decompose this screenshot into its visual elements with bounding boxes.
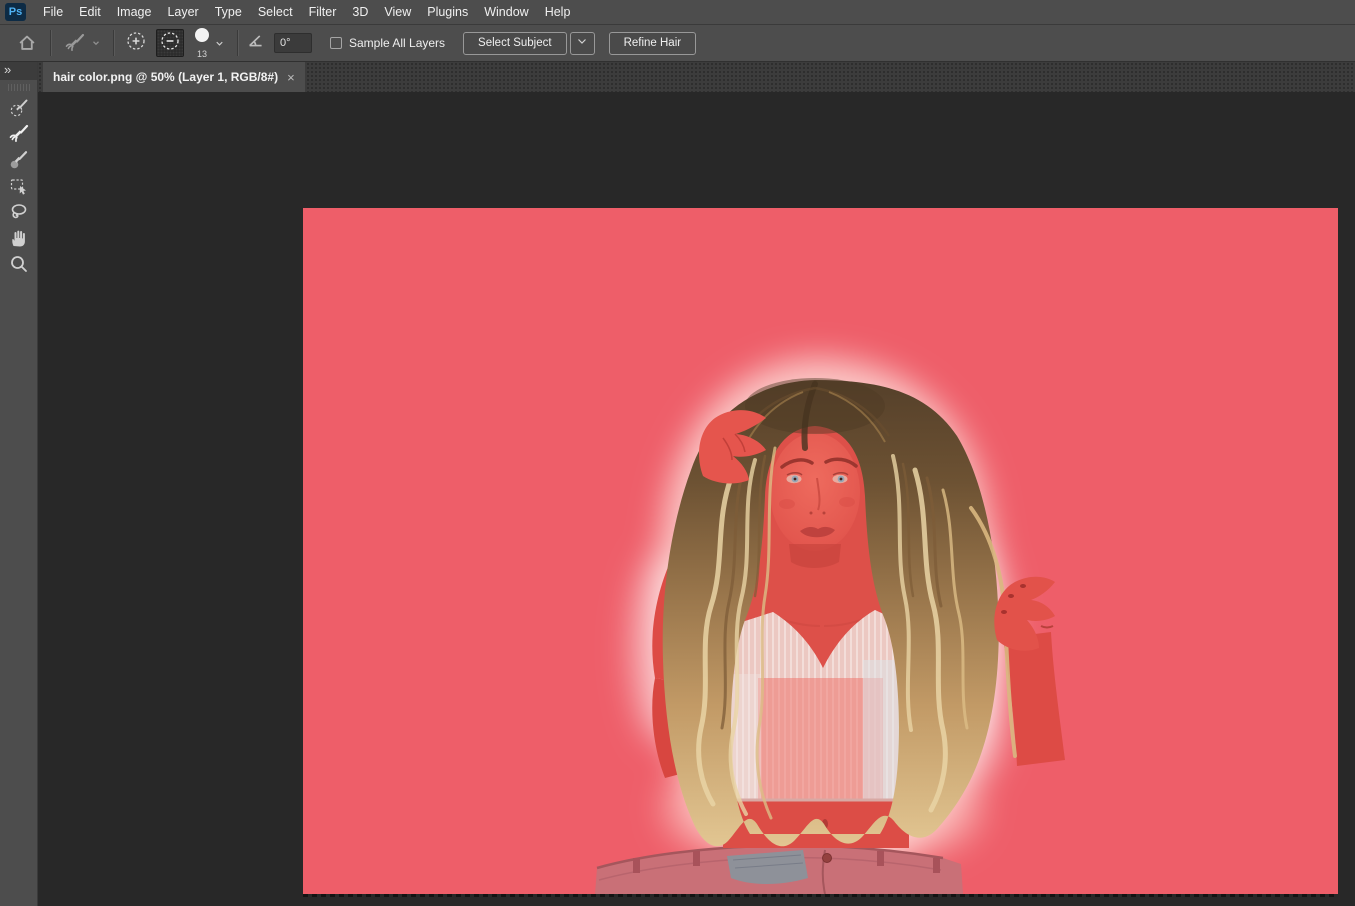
menu-layer[interactable]: Layer: [159, 0, 206, 25]
lasso-icon: [7, 200, 31, 229]
home-button[interactable]: [12, 28, 42, 58]
separator: [113, 30, 114, 56]
object-selection-icon: [7, 174, 31, 203]
zoom-tool-button[interactable]: [4, 253, 34, 279]
brush-size-widget[interactable]: 13: [194, 26, 210, 60]
refine-edge-brush-icon: [7, 122, 31, 151]
document-tab-title: hair color.png @ 50% (Layer 1, RGB/8#): [53, 70, 278, 84]
selection-marching-ants: [303, 894, 1338, 897]
tab-close-icon[interactable]: ×: [287, 70, 295, 85]
menu-view[interactable]: View: [376, 0, 419, 25]
subtract-selection-icon: [158, 29, 182, 58]
menu-image[interactable]: Image: [109, 0, 160, 25]
refine-edge-brush-tool-button[interactable]: [4, 123, 34, 149]
brush-tool-button[interactable]: [4, 149, 34, 175]
select-subject-options-button[interactable]: [570, 32, 595, 55]
panel-grip[interactable]: [8, 84, 30, 91]
home-icon: [16, 32, 38, 54]
menu-window[interactable]: Window: [476, 0, 536, 25]
document-canvas[interactable]: [303, 208, 1338, 894]
brush-angle-input[interactable]: [274, 33, 312, 53]
select-subject-button[interactable]: Select Subject: [463, 32, 567, 55]
tool-preset-picker[interactable]: [59, 28, 105, 58]
document-tab[interactable]: hair color.png @ 50% (Layer 1, RGB/8#) ×: [43, 62, 305, 92]
object-selection-tool-button[interactable]: [4, 175, 34, 201]
refine-brush-preset-icon: [63, 31, 87, 55]
separator: [50, 30, 51, 56]
add-to-selection-button[interactable]: [122, 29, 150, 57]
zoom-icon: [7, 252, 31, 281]
separator: [237, 30, 238, 56]
brush-options-dropdown[interactable]: [210, 28, 229, 58]
options-bar: 13 Sample All Layers Select Subject: [0, 25, 1355, 62]
workspace: [38, 92, 1355, 906]
menu-filter[interactable]: Filter: [301, 0, 345, 25]
menu-type[interactable]: Type: [207, 0, 250, 25]
menu-select[interactable]: Select: [250, 0, 301, 25]
hand-tool-button[interactable]: [4, 227, 34, 253]
sample-all-layers-label: Sample All Layers: [349, 36, 445, 50]
menu-plugins[interactable]: Plugins: [419, 0, 476, 25]
photo-woman-quickmask: [303, 208, 1338, 894]
refine-hair-button[interactable]: Refine Hair: [609, 32, 697, 55]
tool-panel: »: [0, 62, 38, 906]
menu-help[interactable]: Help: [537, 0, 579, 25]
menu-bar: Ps File Edit Image Layer Type Select Fil…: [0, 0, 1355, 25]
photoshop-window: Ps File Edit Image Layer Type Select Fil…: [0, 0, 1355, 906]
document-tab-bar: hair color.png @ 50% (Layer 1, RGB/8#) ×: [38, 62, 1355, 92]
chevron-down-icon: [91, 38, 101, 48]
brush-size-value: 13: [197, 49, 207, 59]
add-selection-icon: [124, 29, 148, 58]
brush-tip-icon: [194, 27, 210, 48]
sample-all-layers-checkbox[interactable]: [330, 37, 342, 49]
angle-icon: [246, 30, 268, 57]
chevron-down-icon: [576, 34, 588, 52]
menu-3d[interactable]: 3D: [344, 0, 376, 25]
photoshop-logo: Ps: [5, 3, 26, 21]
subtract-from-selection-button[interactable]: [156, 29, 184, 57]
menu-edit[interactable]: Edit: [71, 0, 109, 25]
brush-icon: [7, 148, 31, 177]
lasso-tool-button[interactable]: [4, 201, 34, 227]
chevron-down-icon: [214, 38, 225, 49]
quick-selection-tool-button[interactable]: [4, 97, 34, 123]
hand-icon: [7, 226, 31, 255]
menu-file[interactable]: File: [35, 0, 71, 25]
quick-selection-icon: [7, 96, 31, 125]
expand-panel-button[interactable]: »: [0, 62, 37, 80]
